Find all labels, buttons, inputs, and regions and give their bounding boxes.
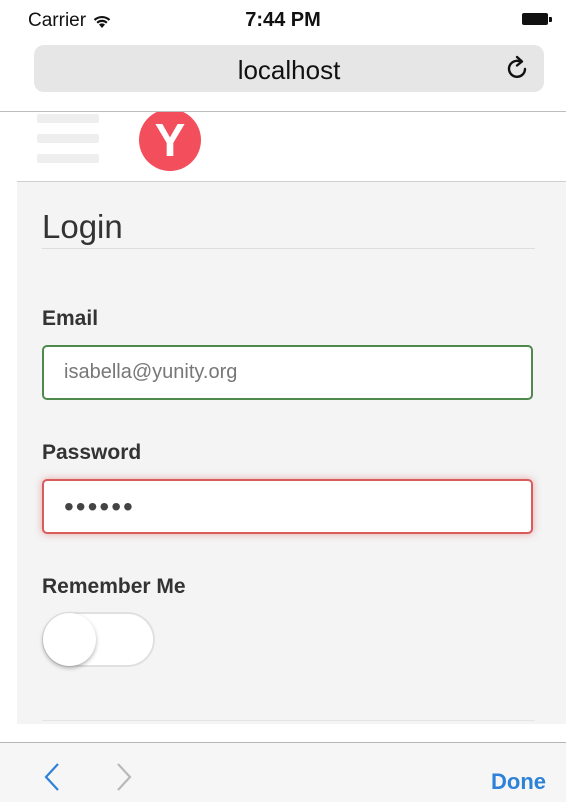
- status-bar: Carrier 7:44 PM: [0, 0, 566, 40]
- url-text[interactable]: localhost: [34, 55, 544, 86]
- email-label: Email: [42, 307, 99, 330]
- remember-me-label: Remember Me: [42, 575, 186, 598]
- toggle-knob[interactable]: [43, 613, 96, 666]
- hamburger-menu-icon[interactable]: [37, 112, 99, 174]
- remember-me-toggle[interactable]: [42, 612, 155, 667]
- email-field[interactable]: [42, 345, 533, 400]
- title-divider: [42, 248, 535, 249]
- password-field[interactable]: [42, 479, 533, 534]
- yunity-logo[interactable]: Y: [139, 112, 201, 171]
- address-bar[interactable]: localhost: [34, 45, 544, 92]
- reload-icon[interactable]: [506, 55, 530, 81]
- battery-icon: [522, 13, 552, 25]
- password-input[interactable]: [44, 481, 531, 532]
- done-button[interactable]: Done: [491, 769, 546, 795]
- status-time: 7:44 PM: [245, 9, 321, 31]
- password-label: Password: [42, 441, 142, 464]
- email-input[interactable]: [44, 347, 531, 398]
- chevron-right-icon[interactable]: [114, 762, 134, 792]
- login-panel: Login Email Password Remember Me: [17, 182, 566, 724]
- app-header: Y: [17, 112, 566, 182]
- form-divider: [42, 720, 535, 721]
- chevron-left-icon[interactable]: [42, 762, 62, 792]
- keyboard-accessory-bar: Done: [0, 742, 566, 802]
- page-title: Login: [42, 208, 123, 245]
